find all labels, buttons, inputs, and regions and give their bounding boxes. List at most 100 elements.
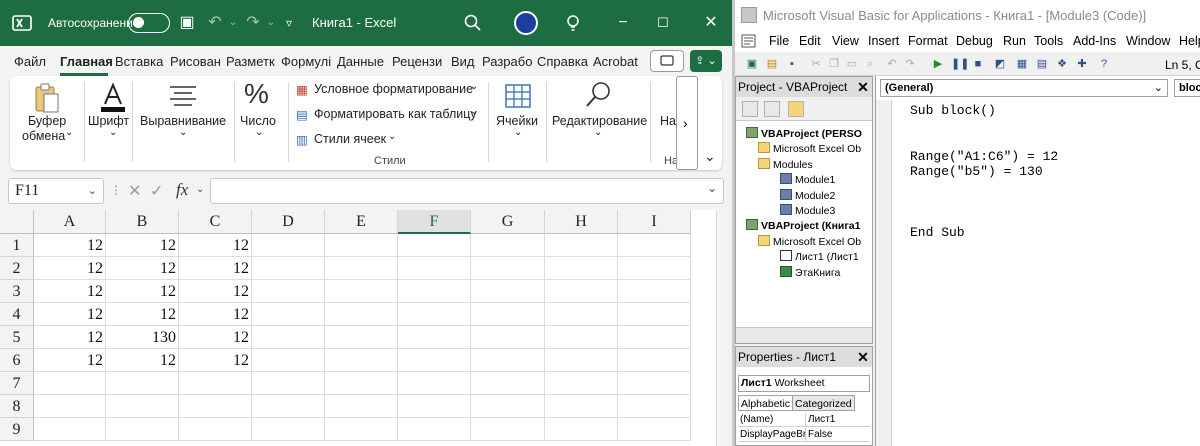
editing-group[interactable]: Редактирование ⌄ (550, 76, 647, 170)
share-button[interactable]: ⇪ ⌄ (690, 50, 722, 72)
cell[interactable] (398, 372, 471, 395)
user-avatar[interactable] (514, 11, 538, 35)
ribbon-scroll-button[interactable]: › (676, 76, 698, 170)
reset-icon[interactable]: ■ (971, 57, 985, 71)
row-header[interactable]: 4 (0, 303, 34, 326)
tab-categorized[interactable]: Categorized (792, 395, 855, 411)
view-excel-icon[interactable]: ▣ (745, 57, 759, 71)
object-dropdown[interactable]: (General) ⌄ (880, 79, 1168, 97)
properties-icon[interactable]: ▤ (1035, 57, 1049, 71)
cell[interactable] (252, 234, 325, 257)
cell[interactable] (252, 326, 325, 349)
enter-icon[interactable]: ✓ (150, 181, 163, 201)
cell[interactable] (325, 395, 398, 418)
autosave-toggle[interactable] (128, 13, 170, 33)
close-icon[interactable]: ✕ (700, 12, 722, 34)
row-header[interactable]: 1 (0, 234, 34, 257)
cell[interactable] (545, 326, 618, 349)
tab-developer[interactable]: Разрабо (482, 54, 532, 69)
collapse-ribbon-icon[interactable]: ⌄ (704, 148, 716, 165)
cell[interactable]: 12 (179, 280, 252, 303)
minimize-icon[interactable]: − (612, 12, 634, 34)
cell[interactable] (545, 349, 618, 372)
cell[interactable] (471, 418, 545, 441)
copy-icon[interactable]: ❐ (827, 57, 841, 71)
formula-input[interactable]: ⌄ (210, 178, 724, 204)
cell[interactable] (618, 257, 691, 280)
cell[interactable]: 12 (34, 257, 106, 280)
row-header[interactable]: 5 (0, 326, 34, 349)
cell[interactable]: 12 (34, 280, 106, 303)
cell[interactable] (545, 257, 618, 280)
column-header-b[interactable]: B (106, 210, 179, 234)
cell[interactable]: 12 (179, 326, 252, 349)
cell[interactable] (34, 418, 106, 441)
column-header-c[interactable]: C (179, 210, 252, 234)
tab-insert[interactable]: Вставка (115, 54, 163, 69)
cell[interactable] (545, 395, 618, 418)
property-row[interactable]: (Name) Лист1 (738, 413, 870, 427)
cell[interactable] (471, 257, 545, 280)
tab-page-layout[interactable]: Разметк (226, 54, 275, 69)
cell[interactable] (545, 372, 618, 395)
cell[interactable] (471, 303, 545, 326)
cell[interactable] (398, 303, 471, 326)
select-all-corner[interactable] (0, 210, 34, 234)
lightbulb-icon[interactable] (562, 12, 584, 34)
save-icon[interactable]: ▣ (176, 12, 198, 34)
project-explorer-icon[interactable]: ▦ (1015, 57, 1029, 71)
undo-dropdown-icon[interactable]: ⌄ (222, 12, 244, 34)
view-code-icon[interactable] (742, 101, 758, 117)
toggle-folders-icon[interactable] (788, 101, 804, 117)
cell[interactable]: 12 (34, 234, 106, 257)
cell[interactable] (618, 280, 691, 303)
tree-node[interactable]: ЭтаКнига (780, 265, 840, 279)
cell[interactable] (471, 349, 545, 372)
expand-formula-icon[interactable]: ⌄ (707, 181, 717, 195)
cell[interactable]: 12 (34, 303, 106, 326)
cell[interactable] (618, 395, 691, 418)
menu-format[interactable]: Format (908, 34, 948, 48)
paste-icon[interactable]: ▭ (845, 57, 859, 71)
cell[interactable] (325, 349, 398, 372)
run-icon[interactable]: ▶ (931, 57, 945, 71)
insert-function-icon[interactable]: fx (176, 180, 188, 200)
cell[interactable] (34, 372, 106, 395)
cell[interactable] (471, 372, 545, 395)
close-icon[interactable]: ✕ (854, 77, 872, 97)
object-selector[interactable]: Лист1 Worksheet (738, 375, 870, 392)
tab-help[interactable]: Справка (537, 54, 588, 69)
customize-toolbar-icon[interactable]: ▿ (278, 12, 300, 34)
number-group[interactable]: % Число ⌄ (236, 76, 286, 170)
vertical-scrollbar[interactable] (716, 210, 732, 446)
save-icon[interactable]: ▪ (785, 57, 799, 71)
drag-handle-icon[interactable]: ⋮ (110, 183, 122, 197)
cell[interactable] (252, 303, 325, 326)
tree-node[interactable]: Microsoft Excel Ob (758, 234, 861, 248)
tree-node[interactable]: Module3 (780, 204, 835, 217)
cell[interactable] (252, 280, 325, 303)
tab-draw[interactable]: Рисован (170, 54, 221, 69)
row-header[interactable]: 9 (0, 418, 34, 441)
cell[interactable]: 12 (106, 303, 179, 326)
menu-tools[interactable]: Tools (1034, 34, 1063, 48)
cell[interactable] (325, 303, 398, 326)
cell[interactable] (325, 326, 398, 349)
tree-node[interactable]: Microsoft Excel Ob (758, 142, 861, 155)
cell[interactable] (398, 280, 471, 303)
cell[interactable] (252, 372, 325, 395)
tree-node[interactable]: Лист1 (Лист1 (780, 250, 859, 263)
close-icon[interactable]: ✕ (854, 347, 872, 367)
clipboard-group[interactable]: Буфер обмена ⌄ (10, 76, 84, 170)
tree-node[interactable]: VBAProject (PERSO (746, 127, 862, 140)
cell[interactable] (106, 395, 179, 418)
cell[interactable] (325, 372, 398, 395)
property-row[interactable]: DisplayPageBreFalse (738, 428, 870, 442)
tree-node[interactable]: VBAProject (Книга1 (746, 219, 860, 232)
horizontal-scrollbar[interactable] (736, 327, 872, 343)
column-header-i[interactable]: I (618, 210, 691, 234)
cell[interactable] (398, 395, 471, 418)
cell[interactable]: 12 (106, 349, 179, 372)
cell[interactable] (618, 418, 691, 441)
menu-file[interactable]: File (769, 34, 789, 48)
